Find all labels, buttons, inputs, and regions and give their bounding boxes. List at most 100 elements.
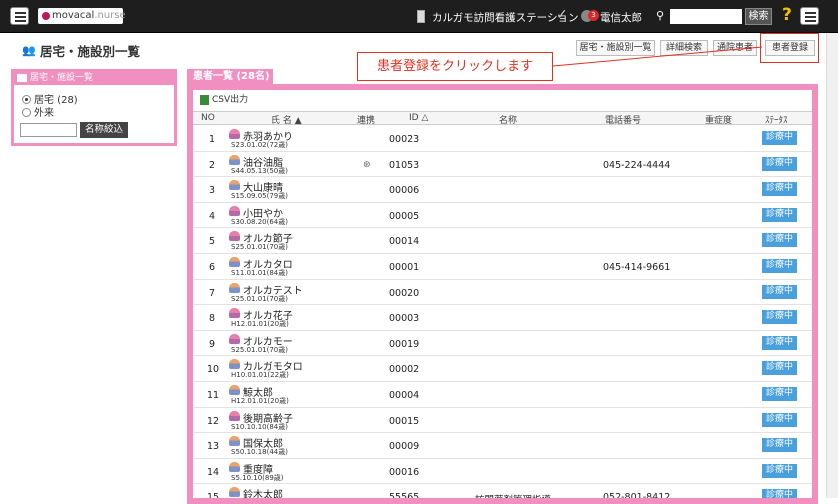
patient-dob: H12.01.01(20歳) [231, 397, 289, 405]
radio-outpatient-label: 外来 [34, 108, 54, 119]
patient-avatar-icon [229, 205, 240, 216]
radio-outpatient[interactable]: 外来 [22, 104, 54, 119]
patient-id: 00005 [389, 210, 420, 222]
patient-dob: S25.01.01(70歳) [231, 345, 288, 354]
patient-avatar-icon [229, 333, 240, 344]
table-row[interactable]: 15 鈴木太郎 S10.10.10(84歳) 55565 訪問薬剤管理指導 052-801… [193, 484, 812, 504]
row-no: 11 [207, 390, 220, 401]
status-button[interactable]: 診療中 [762, 489, 797, 498]
facility-filter-panel: 居宅・施設一覧 居宅 (28) 外来 名称絞込 [11, 69, 177, 146]
col-status: ｽﾃｰﾀｽ [765, 116, 788, 126]
link-icon[interactable]: ⊛ [363, 160, 371, 170]
patient-list-tab: 患者一覧 (28名) [187, 69, 273, 85]
patient-avatar-icon [229, 231, 240, 242]
patient-dob: S10.10.10(84歳) [231, 422, 288, 431]
patient-avatar-icon [229, 257, 240, 267]
row-no: 6 [208, 262, 216, 273]
patient-avatar-icon [229, 180, 240, 191]
patient-dob: S25.01.01(70歳) [231, 243, 288, 252]
patient-dob: S44.05.13(50歳) [231, 166, 288, 175]
status-button[interactable]: 診療中 [762, 131, 797, 145]
patient-id: 00020 [389, 287, 420, 299]
row-no: 8 [208, 313, 216, 325]
patient-dob: S10.10.10(84歳) [231, 499, 288, 504]
patient-dob: S23.01.02(72歳) [231, 141, 288, 149]
name-filter-input[interactable] [20, 123, 77, 137]
patient-dob: S30.08.20(64歳) [231, 217, 288, 226]
patient-id: 00019 [389, 338, 420, 350]
table-row[interactable]: 4 小田やか S30.08.20(64歳) 00005 診療中 [193, 203, 812, 229]
row-no: 9 [208, 338, 216, 350]
table-row[interactable]: 11 鯨太郎 H12.01.01(20歳) 00004 診療中 [193, 382, 812, 408]
col-no: NO [201, 113, 215, 123]
col-link: 連携 [357, 116, 376, 126]
col-id[interactable]: ID △ [409, 113, 428, 123]
table-row[interactable]: 5 オルカ節子 S25.01.01(70歳) 00014 診療中 [193, 228, 812, 254]
csv-export-button[interactable]: CSV出力 [199, 93, 248, 107]
status-button[interactable]: 診療中 [762, 182, 797, 197]
filter-header-label: 居宅・施設一覧 [30, 73, 94, 83]
filter-header: 居宅・施設一覧 [14, 72, 174, 85]
table-row[interactable]: 9 オルカモー S25.01.01(70歳) 00019 診療中 [193, 331, 812, 357]
radio-home-button[interactable] [22, 95, 31, 104]
csv-icon [200, 95, 209, 105]
table-row[interactable]: 7 オルカテスト S25.01.01(70歳) 00020 診療中 [193, 280, 812, 306]
row-no: 13 [207, 441, 220, 453]
table-row[interactable]: 12 後期高齢子 S10.10.10(84歳) 00015 診療中 [193, 408, 812, 434]
status-button[interactable]: 診療中 [762, 438, 797, 453]
row-no: 12 [207, 415, 220, 427]
col-severity: 重症度 [705, 116, 733, 126]
status-button[interactable]: 診療中 [762, 310, 797, 325]
col-phone: 電話番号 [605, 116, 642, 126]
status-button[interactable]: 診療中 [762, 259, 797, 273]
patient-id: 00023 [389, 134, 420, 145]
status-button[interactable]: 診療中 [762, 361, 797, 376]
patient-list-panel: CSV出力 NO 氏 名 ▲ 連携 ID △ 名称 電話番号 重症度 ｽﾃｰﾀｽ… [187, 84, 818, 504]
row-no: 2 [208, 159, 216, 171]
row-no: 5 [208, 236, 216, 248]
patient-dob: S5.10.10(89歳) [231, 473, 284, 482]
facility-name: 訪問薬剤管理指導 [475, 495, 552, 504]
row-no: 7 [208, 287, 216, 299]
patient-dob: S50.10.18(44歳) [231, 448, 288, 457]
status-button[interactable]: 診療中 [762, 156, 797, 171]
name-filter-button[interactable]: 名称絞込 [80, 122, 128, 138]
patient-avatar-icon [229, 487, 240, 498]
table-row[interactable]: 2 油谷油脂 S44.05.13(50歳) ⊛ 01053 045-224-4444 診療中 [193, 152, 812, 178]
table-row[interactable]: 14 重度障 S5.10.10(89歳) 00016 診療中 [193, 459, 812, 485]
row-no: 4 [208, 210, 216, 222]
status-button[interactable]: 診療中 [762, 335, 797, 350]
table-row[interactable]: 8 オルカ花子 H12.01.01(20歳) 00003 診療中 [193, 305, 812, 331]
patient-name[interactable]: 鈴木太郎 [243, 486, 283, 498]
patient-id: 00015 [389, 415, 420, 427]
status-button[interactable]: 診療中 [762, 463, 797, 478]
row-no: 10 [207, 364, 220, 376]
csv-label: CSV出力 [212, 95, 249, 105]
table-header: NO 氏 名 ▲ 連携 ID △ 名称 電話番号 重症度 ｽﾃｰﾀｽ [193, 111, 812, 126]
table-row[interactable]: 1 赤羽あかり S23.01.02(72歳) 00023 診療中 [193, 126, 812, 152]
status-button[interactable]: 診療中 [762, 233, 797, 248]
patient-avatar-icon [229, 308, 240, 319]
patient-id: 00016 [389, 466, 420, 478]
patient-dob: S15.09.05(79歳) [231, 192, 288, 201]
status-button[interactable]: 診療中 [762, 387, 797, 401]
row-no: 3 [208, 185, 216, 197]
col-name[interactable]: 氏 名 ▲ [271, 113, 302, 126]
radio-outpatient-button[interactable] [22, 108, 31, 117]
table-row[interactable]: 6 オルカタロ S11.01.01(84歳) 00001 045-414-9661 診療中 [193, 254, 812, 280]
patient-id: 00003 [389, 313, 420, 325]
table-row[interactable]: 3 大山康晴 S15.09.05(79歳) 00006 診療中 [193, 177, 812, 203]
table-row[interactable]: 13 国保太郎 S50.10.18(44歳) 00009 診療中 [193, 433, 812, 459]
patient-dob: H12.01.01(20歳) [231, 320, 289, 329]
patient-id: 00009 [389, 441, 420, 453]
scrollbar[interactable] [826, 33, 838, 498]
patient-avatar-icon [229, 154, 240, 165]
status-button[interactable]: 診療中 [762, 284, 797, 299]
instruction-callout: 患者登録をクリックします [357, 52, 553, 81]
status-button[interactable]: 診療中 [762, 207, 797, 222]
status-button[interactable]: 診療中 [762, 412, 797, 427]
phone-number: 045-414-9661 [603, 262, 671, 273]
patient-avatar-icon [229, 436, 240, 447]
patient-id: 00006 [389, 185, 420, 197]
table-row[interactable]: 10 カルガモタロ H10.01.01(22歳) 00002 診療中 [193, 356, 812, 382]
